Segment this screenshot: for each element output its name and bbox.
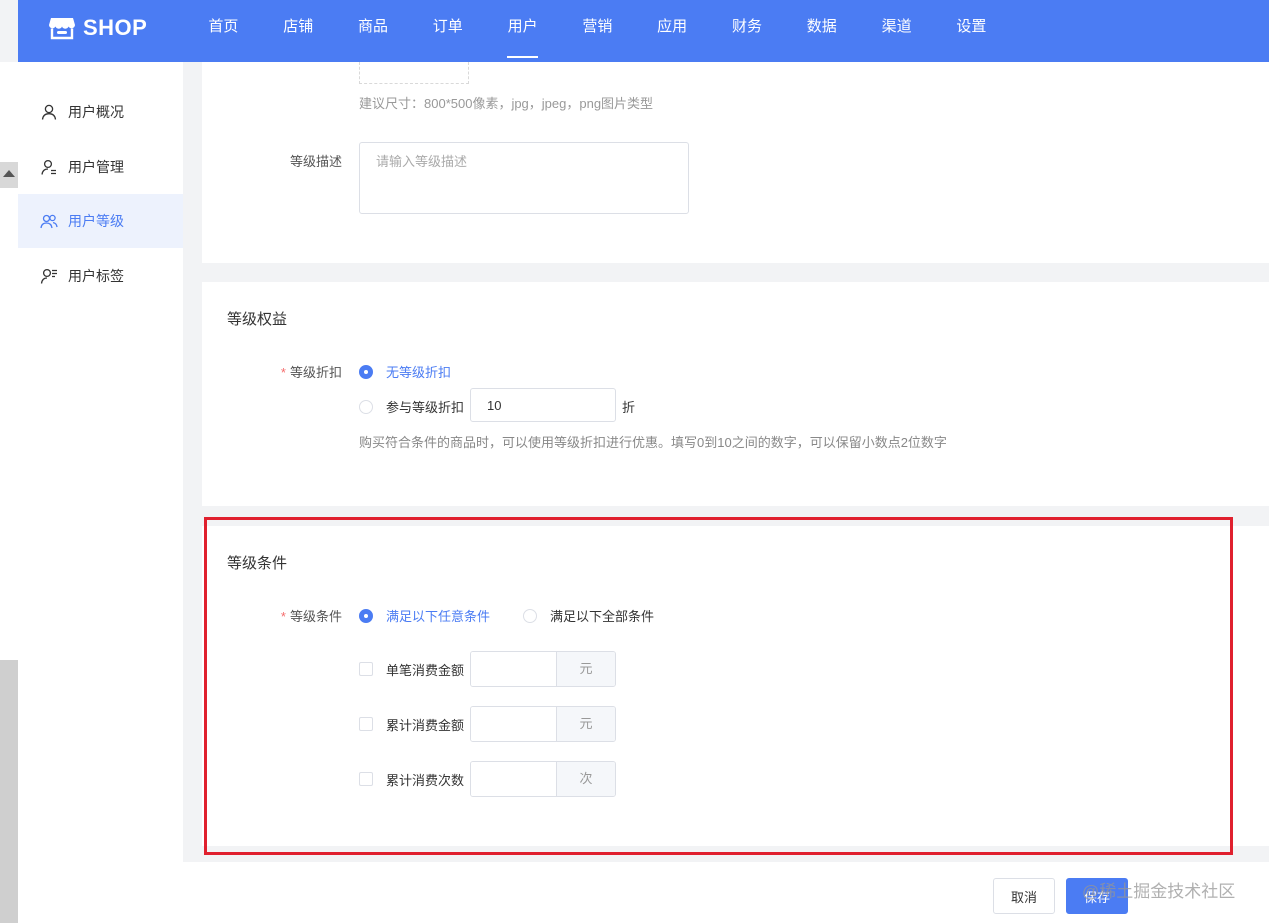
discount-input[interactable]	[470, 388, 616, 422]
nav-item[interactable]: 渠道	[859, 0, 934, 62]
sidebar-item-label: 用户概况	[68, 104, 124, 120]
level-discount-label-text: 等级折扣	[289, 365, 342, 380]
nav-item[interactable]: 营销	[560, 0, 635, 62]
image-size-hint: 建议尺寸：800*500像素，jpg，jpeg，png图片类型	[359, 96, 654, 111]
condition-label: 单笔消费金额	[386, 662, 465, 678]
main-nav: 首页 店铺 商品 订单 用户 营销 应用 财务 数据 渠道 设置	[186, 0, 1009, 62]
condition-row-single-amount: 单笔消费金额 元	[359, 651, 616, 687]
top-navbar: SHOP 首页 店铺 商品 订单 用户 营销 应用 财务 数据 渠道 设置	[18, 0, 1269, 62]
sidebar-item-user-manage[interactable]: 用户管理	[18, 140, 183, 194]
discount-hint: 购买符合条件的商品时，可以使用等级折扣进行优惠。填写0到10之间的数字，可以保留…	[359, 435, 947, 450]
nav-item[interactable]: 订单	[410, 0, 485, 62]
radio-join-discount[interactable]: 参与等级折扣	[359, 397, 464, 416]
form-footer: 取消 保存	[183, 862, 1269, 923]
conditions-title: 等级条件	[227, 555, 288, 572]
brand-logo[interactable]: SHOP	[48, 14, 147, 42]
condition-unit: 元	[557, 652, 615, 686]
radio-any-condition-label: 满足以下任意条件	[386, 609, 491, 624]
nav-item[interactable]: 首页	[186, 0, 261, 62]
sidebar-item-label: 用户标签	[68, 268, 124, 284]
benefits-title: 等级权益	[227, 311, 288, 328]
user-tag-icon	[40, 268, 57, 284]
required-mark: *	[280, 609, 286, 624]
condition-unit: 元	[557, 707, 615, 741]
condition-input-group: 元	[470, 651, 616, 687]
cancel-button[interactable]: 取消	[993, 878, 1055, 914]
nav-item[interactable]: 店铺	[261, 0, 336, 62]
radio-all-conditions[interactable]: 满足以下全部条件	[523, 606, 654, 625]
sidebar-item-label: 用户等级	[68, 213, 124, 229]
sidebar-item-user-tags[interactable]: 用户标签	[18, 249, 183, 303]
condition-label: 累计消费金额	[386, 717, 465, 733]
radio-unchecked-icon	[523, 608, 537, 623]
radio-join-discount-label: 参与等级折扣	[386, 400, 465, 415]
basic-info-card: 建议尺寸：800*500像素，jpg，jpeg，png图片类型 等级描述	[202, 62, 1269, 263]
shop-logo-icon	[49, 18, 75, 40]
radio-checked-icon	[359, 608, 373, 623]
condition-input-group: 元	[470, 706, 616, 742]
level-discount-label: * 等级折扣	[202, 362, 342, 381]
condition-row-total-amount: 累计消费金额 元	[359, 706, 616, 742]
nav-item[interactable]: 商品	[336, 0, 411, 62]
total-count-input[interactable]	[471, 762, 557, 796]
nav-item[interactable]: 应用	[635, 0, 710, 62]
user-icon	[41, 104, 57, 120]
radio-any-condition[interactable]: 满足以下任意条件	[359, 606, 490, 625]
radio-unchecked-icon	[359, 399, 373, 414]
condition-row-total-count: 累计消费次数 次	[359, 761, 616, 797]
condition-checkbox[interactable]	[359, 772, 373, 786]
condition-unit: 次	[557, 762, 615, 796]
level-conditions-card: 等级条件 * 等级条件 满足以下任意条件 满足以下全部条件 单笔消费金额 元 累计…	[202, 526, 1269, 846]
browser-scrollbar	[0, 62, 18, 923]
condition-input-group: 次	[470, 761, 616, 797]
level-desc-label: 等级描述	[289, 154, 342, 169]
condition-checkbox[interactable]	[359, 662, 373, 676]
condition-label: 累计消费次数	[386, 772, 465, 788]
level-benefits-card: 等级权益 *等级折扣 无等级折扣 参与等级折扣 折 购买符合条件的商品时，可以使…	[202, 282, 1269, 506]
radio-no-discount[interactable]: 无等级折扣	[359, 362, 451, 381]
single-amount-input[interactable]	[471, 652, 557, 686]
scrollbar-thumb[interactable]	[0, 660, 18, 923]
nav-item[interactable]: 设置	[934, 0, 1009, 62]
level-desc-input[interactable]	[359, 142, 689, 214]
brand-name: SHOP	[83, 15, 148, 40]
radio-no-discount-label: 无等级折扣	[386, 365, 452, 380]
total-amount-input[interactable]	[471, 707, 557, 741]
user-manage-icon	[41, 159, 56, 175]
users-group-icon	[40, 214, 58, 229]
image-upload-box[interactable]	[359, 62, 469, 84]
required-mark: *	[280, 365, 286, 380]
radio-all-conditions-label: 满足以下全部条件	[550, 609, 655, 624]
nav-item[interactable]: 数据	[784, 0, 859, 62]
scroll-up-arrow-icon[interactable]	[3, 170, 15, 177]
save-button[interactable]: 保存	[1066, 878, 1128, 914]
nav-item[interactable]: 财务	[710, 0, 785, 62]
sidebar-item-user-overview[interactable]: 用户概况	[18, 85, 183, 139]
sidebar: 用户概况 用户管理 用户等级 用户标签	[18, 62, 183, 923]
radio-checked-icon	[359, 364, 373, 379]
level-condition-label: * 等级条件	[202, 606, 342, 625]
condition-checkbox[interactable]	[359, 717, 373, 731]
level-condition-label-text: 等级条件	[289, 609, 342, 624]
sidebar-item-user-level[interactable]: 用户等级	[18, 194, 183, 248]
discount-unit: 折	[622, 400, 636, 415]
sidebar-item-label: 用户管理	[68, 159, 124, 175]
nav-item[interactable]: 用户	[485, 0, 560, 62]
